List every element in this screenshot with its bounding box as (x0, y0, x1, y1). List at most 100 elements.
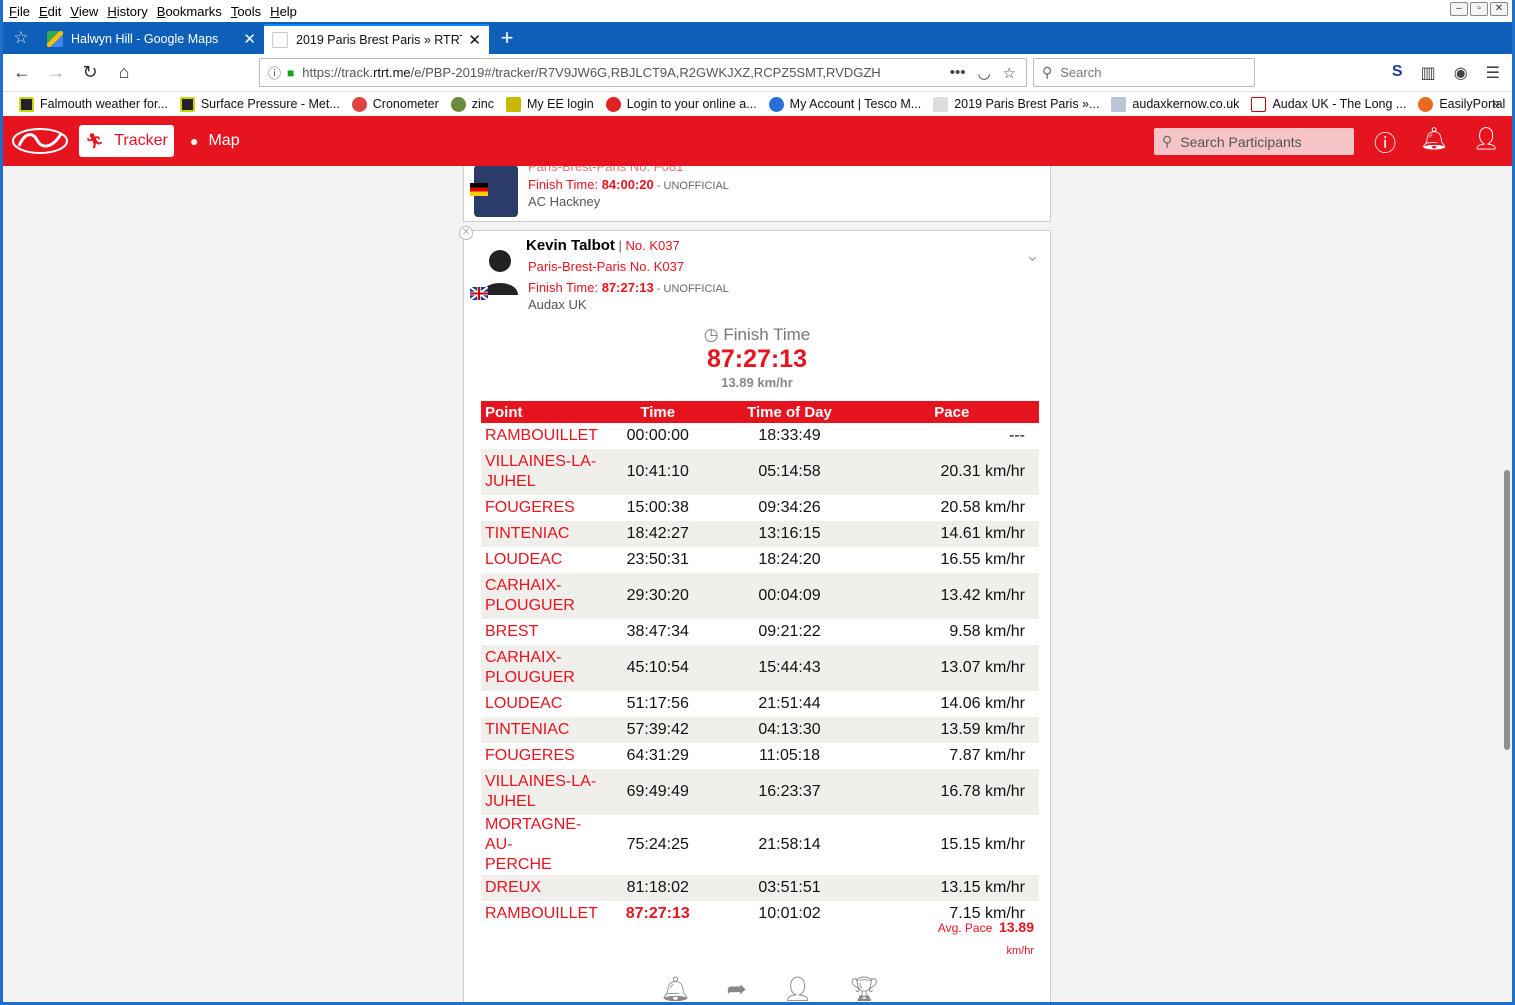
user-icon[interactable]: 👤︎ (1472, 126, 1500, 158)
point-cell[interactable]: CARHAIX- PLOUGUER (481, 645, 601, 691)
tab-rtrt[interactable]: 2019 Paris Brest Paris » RTRT.me ✕ (264, 24, 489, 54)
bookmarks-overflow-icon[interactable]: » (1492, 95, 1500, 112)
point-cell[interactable]: BREST (481, 619, 601, 645)
event-line: Paris-Brest-Paris No. F081 (528, 166, 684, 174)
browser-window: File Edit View History Bookmarks Tools H… (3, 0, 1512, 1002)
point-cell[interactable]: VILLAINES-LA- JUHEL (481, 769, 601, 815)
address-bar[interactable]: ⓘ ■ https://track.rtrt.me/e/PBP-2019#/tr… (259, 58, 1027, 87)
menu-bookmarks[interactable]: Bookmarks (157, 4, 222, 19)
close-tab-icon[interactable]: ✕ (468, 31, 481, 49)
participant-search-input[interactable]: ⚲ Search Participants (1154, 128, 1354, 155)
tab-label: Halwyn Hill - Google Maps (71, 32, 219, 46)
map-button[interactable]: ● Map (190, 132, 240, 150)
menu-tools[interactable]: Tools (231, 4, 261, 19)
url-text[interactable]: https://track.rtrt.me/e/PBP-2019#/tracke… (302, 65, 939, 80)
table-row: VILLAINES-LA- JUHEL 69:49:49 16:23:37 16.78 … (481, 769, 1039, 815)
column-header: Time (601, 401, 715, 423)
menu-bar: File Edit View History Bookmarks Tools H… (3, 0, 1512, 22)
menu-hamburger-icon[interactable]: ☰ (1486, 63, 1500, 83)
menu-file[interactable]: File (9, 4, 30, 19)
bookmark-item[interactable]: Login to your online a... (605, 96, 757, 112)
point-cell[interactable]: FOUGERES (481, 495, 601, 521)
point-cell[interactable]: TINTENIAC (481, 717, 601, 743)
pocket-icon[interactable]: ◡ (977, 64, 990, 82)
bookmark-icon (450, 96, 466, 112)
time-of-day-cell: 05:14:58 (714, 449, 865, 495)
skype-icon[interactable]: S (1392, 63, 1403, 83)
finish-label: Finish Time: (528, 177, 602, 192)
menu-help[interactable]: Help (270, 4, 297, 19)
menu-history[interactable]: History (107, 4, 147, 19)
point-cell[interactable]: FOUGERES (481, 743, 601, 769)
menu-view[interactable]: View (70, 4, 98, 19)
point-cell[interactable]: RAMBOUILLET (481, 423, 601, 449)
point-cell[interactable]: RAMBOUILLET (481, 901, 601, 927)
bookmark-item[interactable]: Cronometer (351, 96, 439, 112)
user-icon[interactable]: 👤︎ (783, 975, 813, 1002)
share-icon[interactable]: ➦ (726, 975, 746, 1002)
club: Audax UK (528, 297, 587, 312)
point-cell[interactable]: DREUX (481, 875, 601, 901)
maximize-icon[interactable]: ▫ (1470, 2, 1488, 16)
rtrt-logo[interactable] (11, 126, 73, 156)
bookmark-item[interactable]: Falmouth weather for... (19, 96, 168, 112)
reload-icon[interactable]: ↻ (75, 58, 105, 88)
participant-search-placeholder: Search Participants (1180, 133, 1302, 150)
map-label: Map (208, 132, 240, 149)
chevron-down-icon[interactable]: ⌄ (1025, 245, 1040, 266)
bell-icon[interactable]: 🔔︎ (1420, 126, 1448, 158)
bell-icon[interactable]: 🔔︎ (660, 975, 690, 1002)
bookmark-item[interactable]: My Account | Tesco M... (768, 96, 921, 112)
minimize-icon[interactable]: – (1450, 2, 1468, 16)
account-icon[interactable]: ◉ (1454, 63, 1468, 83)
scrollbar-thumb[interactable] (1504, 470, 1510, 750)
participant-name[interactable]: Kevin Talbot (526, 237, 615, 254)
participant-card-previous[interactable]: Paris-Brest-Paris No. F081 Finish Time: … (463, 166, 1051, 222)
time-of-day-cell: 21:58:14 (758, 836, 821, 853)
bookmark-item[interactable]: Audax UK - The Long ... (1251, 96, 1406, 112)
remove-participant-icon[interactable]: ✕ (459, 226, 473, 240)
trophy-icon[interactable]: 🏆︎ (849, 975, 879, 1002)
point-cell[interactable]: VILLAINES-LA- JUHEL (481, 449, 601, 495)
bookmark-item[interactable]: Surface Pressure - Met... (179, 96, 340, 112)
runner-icon: 🏃︎ (85, 133, 105, 150)
tab-google-maps[interactable]: Halwyn Hill - Google Maps ✕ (39, 24, 264, 54)
forward-icon[interactable]: → (41, 58, 71, 88)
back-icon[interactable]: ← (7, 58, 37, 88)
point-cell[interactable]: CARHAIX- PLOUGUER (481, 573, 601, 619)
google-maps-icon (47, 31, 63, 47)
info-icon[interactable]: ⓘ (268, 63, 281, 82)
germany-flag-icon (470, 183, 488, 196)
menu-edit[interactable]: Edit (39, 4, 61, 19)
close-window-icon[interactable]: ✕ (1490, 2, 1508, 16)
bookmark-item[interactable]: zinc (450, 96, 494, 112)
tab-star-icon[interactable]: ☆ (3, 22, 39, 54)
point-cell[interactable]: LOUDEAC (481, 547, 601, 573)
bookmark-item[interactable]: audaxkernow.co.uk (1111, 96, 1240, 112)
time-cell: 00:00:00 (626, 427, 689, 444)
sidebar-icon[interactable]: ▥ (1421, 63, 1436, 83)
tracker-button[interactable]: 🏃︎ Tracker (79, 125, 174, 157)
table-row: TINTENIAC 18:42:27 13:16:15 14.61 km/hr (481, 521, 1039, 547)
pace-cell: 20.31 km/hr (864, 449, 1039, 495)
point-cell[interactable]: TINTENIAC (481, 521, 601, 547)
point-cell[interactable]: MORTAGNE-AU- PERCHE (481, 815, 601, 875)
close-tab-icon[interactable]: ✕ (243, 30, 256, 48)
info-icon[interactable]: ⓘ (1374, 126, 1396, 158)
table-row: FOUGERES 64:31:29 11:05:18 7.87 km/hr (481, 743, 1039, 769)
table-row: VILLAINES-LA- JUHEL 10:41:10 05:14:58 20.31 … (481, 449, 1039, 495)
bookmark-star-icon[interactable]: ☆ (1003, 64, 1016, 82)
point-cell[interactable]: LOUDEAC (481, 691, 601, 717)
more-icon[interactable]: ••• (950, 64, 966, 82)
new-tab-icon[interactable]: + (489, 24, 525, 54)
pace-cell: 13.07 km/hr (864, 645, 1039, 691)
browser-search-input[interactable]: ⚲ Search (1033, 58, 1255, 87)
time-cell: 57:39:42 (601, 717, 715, 743)
bookmark-label: Surface Pressure - Met... (200, 97, 340, 111)
bookmark-label: audaxkernow.co.uk (1132, 97, 1240, 111)
bookmark-item[interactable]: My EE login (506, 96, 594, 112)
home-icon[interactable]: ⌂ (109, 58, 139, 88)
pace-cell: 13.59 km/hr (864, 717, 1039, 743)
table-row: TINTENIAC 57:39:42 04:13:30 13.59 km/hr (481, 717, 1039, 743)
bookmark-item[interactable]: 2019 Paris Brest Paris »... (933, 96, 1099, 112)
